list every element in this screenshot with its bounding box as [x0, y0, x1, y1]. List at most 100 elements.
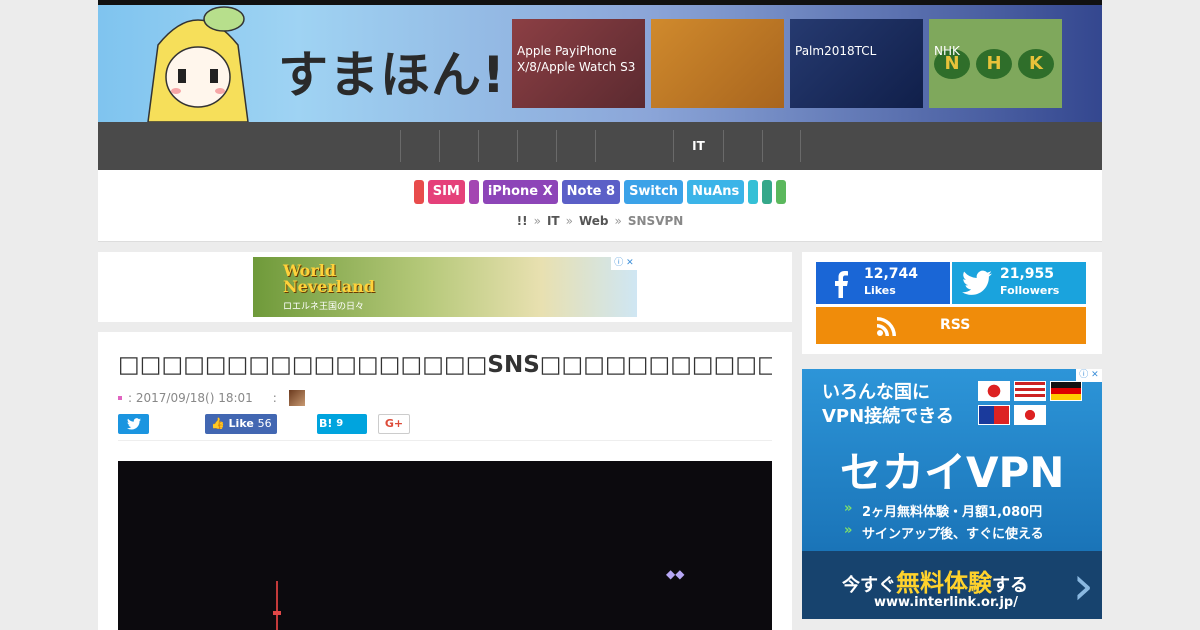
vpn-ad-point: サインアップ後、すぐに使える [862, 527, 1044, 542]
tag-chip[interactable] [762, 180, 773, 204]
chevron-right-icon: » [844, 523, 853, 538]
facebook-like-count: 56 [257, 417, 272, 430]
breadcrumb-home[interactable]: !! [517, 214, 528, 228]
flag-taiwan-icon [978, 405, 1010, 425]
twitter-label: Followers [1000, 284, 1060, 297]
twitter-icon [126, 418, 141, 430]
featured-posts: Apple PayiPhone X/8/Apple Watch S3 Palm2… [512, 19, 1062, 108]
nav-item[interactable] [762, 130, 801, 162]
facebook-like-label: Like [228, 417, 254, 430]
building-light: ◆◆ [666, 567, 685, 581]
flag-japan-icon [978, 381, 1010, 401]
date-icon [118, 396, 122, 400]
facebook-label: Likes [864, 284, 896, 297]
featured-post-title: Palm2018TCL [795, 44, 877, 58]
twitter-icon [962, 270, 992, 295]
article-card: □□□□□□□□□□□□□□□□□SNS□□□□□□□□□□□□□□□□□VPN… [98, 332, 792, 630]
article-title: □□□□□□□□□□□□□□□□□SNS□□□□□□□□□□□□□□□□□VPN… [118, 352, 772, 378]
nav-item[interactable] [517, 130, 556, 162]
vpn-ad-url: www.interlink.or.jp/ [874, 595, 1018, 610]
featured-post[interactable] [651, 19, 784, 108]
author-separator: : [272, 391, 277, 405]
flag-korea-icon [1014, 405, 1046, 425]
ad-close-icon[interactable]: ⓘ ✕ [611, 257, 637, 270]
tag-chip[interactable] [776, 180, 787, 204]
breadcrumb-item[interactable]: IT [547, 214, 560, 228]
game-ad-banner[interactable]: World Neverland ロエルネ王国の日々 ⓘ ✕ [253, 257, 637, 317]
hatena-bookmark-button[interactable]: B! 9 [317, 414, 367, 434]
featured-post-title: NHK [934, 44, 960, 58]
twitter-share-button[interactable] [118, 414, 149, 434]
tag-chip[interactable]: Note 8 [561, 180, 621, 204]
breadcrumb-separator: » [565, 214, 573, 228]
social-follow-box: 12,744 Likes 21,955 Followers RSS [802, 252, 1102, 354]
tag-chip[interactable] [413, 180, 424, 204]
featured-post[interactable]: Palm2018TCL [790, 19, 923, 108]
thumbs-up-icon: 👍 [211, 417, 225, 430]
vpn-ad-cta[interactable]: 今すぐ無料体験する www.interlink.or.jp/ › [802, 551, 1102, 619]
main-nav: IT [98, 122, 1102, 170]
tag-bar: SIM iPhone X Note 8 Switch NuAns !! » IT » Web » S… [98, 170, 1102, 242]
featured-post-title: Apple PayiPhone X/8/Apple Watch S3 [517, 44, 636, 74]
tower-light [276, 581, 278, 630]
twitter-count: 21,955 [1000, 266, 1055, 282]
site-header: すまほん!! Apple PayiPhone X/8/Apple Watch S… [98, 5, 1102, 122]
author-avatar[interactable] [288, 390, 305, 406]
facebook-like-button[interactable]: 👍 Like 56 [205, 414, 277, 434]
tag-chip[interactable]: Switch [624, 180, 684, 204]
site-logo[interactable]: すまほん!! [278, 35, 530, 107]
flag-usa-icon [1014, 381, 1046, 401]
breadcrumb-current: SNSVPN [627, 214, 684, 228]
vpn-ad-banner[interactable]: いろんな国に VPN接続できる セカイVPN » 2ヶ月無料体験・月額1,080円… [802, 369, 1102, 619]
hatena-label: B! [319, 417, 333, 430]
nav-item[interactable] [478, 130, 517, 162]
tag-chip[interactable] [468, 180, 479, 204]
tower-light [273, 611, 281, 615]
vpn-ad-brand: セカイVPN [840, 448, 1065, 497]
nav-item-it[interactable]: IT [673, 130, 723, 162]
twitter-follow-button[interactable]: 21,955 Followers [952, 262, 1086, 304]
rss-icon [877, 317, 896, 336]
article-meta: : 2017/09/18() 18:01 : [118, 390, 305, 406]
hatena-count: 9 [336, 418, 344, 429]
breadcrumb-separator: » [614, 214, 622, 228]
nav-item[interactable] [723, 130, 762, 162]
facebook-follow-button[interactable]: 12,744 Likes [816, 262, 950, 304]
top-ad-container: World Neverland ロエルネ王国の日々 ⓘ ✕ [98, 252, 792, 322]
divider [118, 440, 772, 441]
tag-chip[interactable] [748, 180, 759, 204]
article-hero-image: ◆◆ [118, 461, 772, 630]
ad-title: World Neverland [283, 261, 375, 296]
nhk-letter: K [1018, 49, 1054, 79]
breadcrumb-separator: » [533, 214, 541, 228]
rss-label: RSS [940, 317, 971, 333]
article-date: : 2017/09/18() 18:01 [128, 391, 253, 405]
nhk-letter: H [976, 49, 1012, 79]
vpn-ad-top: いろんな国に VPN接続できる セカイVPN » 2ヶ月無料体験・月額1,080円… [802, 369, 1102, 551]
breadcrumb-item[interactable]: Web [579, 214, 609, 228]
mascot-illustration [147, 6, 249, 122]
vpn-ad-headline: いろんな国に VPN接続できる [822, 382, 954, 427]
rss-button[interactable]: RSS [816, 307, 1086, 344]
google-plus-button[interactable]: G+ [378, 414, 410, 434]
flag-germany-icon [1050, 381, 1082, 401]
nav-item[interactable] [439, 130, 478, 162]
breadcrumb: !! » IT » Web » SNSVPN [98, 214, 1102, 228]
ad-close-icon[interactable]: ⓘ ✕ [1076, 369, 1102, 382]
featured-post[interactable]: Apple PayiPhone X/8/Apple Watch S3 [512, 19, 645, 108]
facebook-count: 12,744 [864, 266, 919, 282]
facebook-icon [835, 271, 848, 298]
nav-item[interactable] [400, 130, 439, 162]
chevron-right-icon: › [1072, 554, 1094, 617]
chevron-right-icon: » [844, 501, 853, 516]
featured-post[interactable]: NHK N H K [929, 19, 1062, 108]
tag-chip[interactable]: SIM [427, 180, 465, 204]
nav-item[interactable] [595, 130, 673, 162]
tag-chip[interactable]: NuAns [687, 180, 745, 204]
nav-item[interactable] [556, 130, 595, 162]
country-flags [978, 381, 1082, 425]
vpn-ad-point: 2ヶ月無料体験・月額1,080円 [862, 505, 1043, 520]
ad-subtitle: ロエルネ王国の日々 [283, 302, 365, 312]
tag-list: SIM iPhone X Note 8 Switch NuAns [98, 180, 1102, 204]
tag-chip[interactable]: iPhone X [482, 180, 558, 204]
